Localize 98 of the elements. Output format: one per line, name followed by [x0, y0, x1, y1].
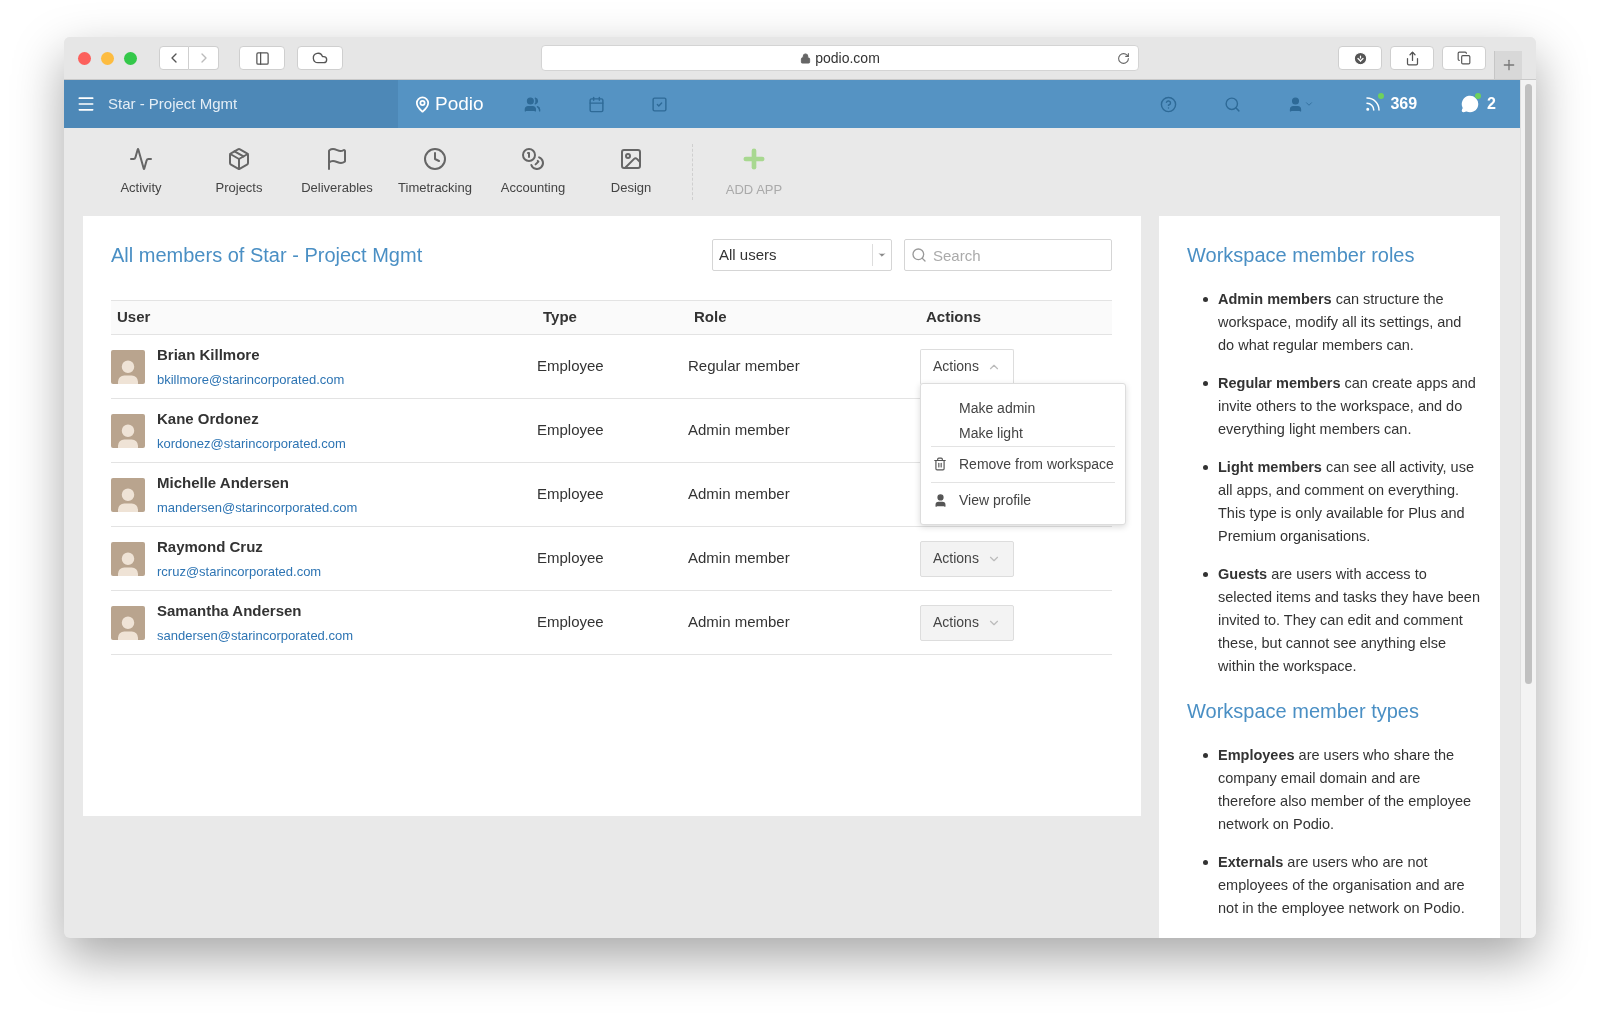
contacts-icon[interactable]	[523, 95, 541, 113]
actions-button[interactable]: Actions	[920, 348, 1014, 385]
forward-button[interactable]	[189, 46, 219, 70]
share-icon	[1404, 50, 1420, 66]
sidebar-button[interactable]	[239, 46, 285, 70]
menu-item[interactable]: Remove from workspace	[931, 453, 1115, 475]
member-name[interactable]: Kane Ordonez	[157, 407, 346, 430]
avatar-placeholder	[111, 413, 145, 448]
bullet-icon	[1203, 860, 1208, 865]
member-name[interactable]: Samantha Andersen	[157, 599, 353, 622]
help-paragraph: Externals are users who are not employees of the organisation and are not in the employee network on Podio.	[1218, 853, 1466, 918]
member-role: Admin member	[688, 612, 791, 633]
member-role: Regular member	[688, 356, 801, 377]
download-icon	[1352, 50, 1368, 66]
column-header: User	[117, 307, 152, 328]
avatar-placeholder	[111, 349, 145, 384]
member-name[interactable]: Michelle Andersen	[157, 471, 358, 494]
menu-item[interactable]: Make admin	[931, 397, 1115, 419]
member-type: Employee	[537, 420, 605, 441]
help-paragraph: Guests are users with access to selected items and tasks they have been invited to. They can edit and comment these, but cannot see anything else within the workspace.	[1218, 565, 1480, 676]
menu-item[interactable]: Make light	[931, 422, 1115, 444]
avatar-placeholder	[111, 605, 145, 640]
download-button[interactable]	[1338, 46, 1382, 70]
flag-icon	[325, 146, 349, 171]
bullet-icon	[1203, 297, 1208, 302]
new-tab-button[interactable]	[1494, 51, 1522, 79]
column-header: Type	[543, 307, 578, 328]
menu-icon[interactable]	[76, 94, 96, 114]
member-type: Employee	[537, 356, 605, 377]
app-tab[interactable]: Accounting	[484, 146, 582, 198]
user-filter-select[interactable]: All users	[712, 239, 892, 271]
pulse-icon	[129, 146, 153, 171]
dropdown-caret-icon	[877, 250, 887, 260]
column-header: Role	[694, 307, 728, 328]
avatar-placeholder	[111, 477, 145, 512]
bullet-icon	[1203, 753, 1208, 758]
help-heading: Workspace member types	[1187, 699, 1420, 724]
member-role: Admin member	[688, 420, 791, 441]
chat-icon	[1461, 95, 1480, 113]
address-field[interactable]: podio.com	[541, 45, 1139, 71]
cloud-button[interactable]	[297, 46, 343, 70]
app-tab[interactable]: Deliverables	[288, 146, 386, 198]
pin-icon	[414, 95, 431, 113]
feed-icon	[1364, 95, 1383, 113]
image-icon	[619, 146, 643, 171]
member-role: Admin member	[688, 548, 791, 569]
tabs-button[interactable]	[1442, 46, 1486, 70]
member-email[interactable]: bkillmore@starincorporated.com	[157, 370, 345, 390]
member-email[interactable]: kordonez@starincorporated.com	[157, 434, 346, 454]
actions-button[interactable]: Actions	[920, 604, 1014, 641]
box-icon	[227, 146, 251, 171]
bullet-icon	[1203, 465, 1208, 470]
reload-icon[interactable]	[1117, 51, 1130, 65]
sidebar-icon	[254, 50, 270, 66]
member-type: Employee	[537, 484, 605, 505]
member-email[interactable]: sandersen@starincorporated.com	[157, 626, 353, 646]
help-icon[interactable]	[1160, 95, 1178, 113]
help-paragraph: Admin members can structure the workspace, modify all its settings, and do what regular members can.	[1218, 290, 1463, 355]
user-icon	[932, 492, 948, 508]
search-icon	[911, 247, 927, 263]
back-button[interactable]	[159, 46, 189, 70]
bullet-icon	[1203, 572, 1208, 577]
member-email[interactable]: mandersen@starincorporated.com	[157, 498, 358, 518]
bullet-icon	[1203, 381, 1208, 386]
search-field[interactable]: Search	[904, 239, 1112, 271]
trash-icon	[933, 457, 947, 471]
app-tab[interactable]: Projects	[190, 146, 288, 198]
minimize-icon[interactable]	[101, 51, 114, 65]
avatar-placeholder	[111, 541, 145, 576]
share-button[interactable]	[1390, 46, 1434, 70]
app-tab[interactable]: Design	[582, 146, 680, 198]
user-menu-icon[interactable]	[1287, 95, 1315, 113]
cloud-icon	[312, 50, 328, 66]
tasks-icon[interactable]	[650, 95, 668, 113]
help-heading: Workspace member roles	[1187, 243, 1416, 268]
app-tab[interactable]: Activity	[92, 146, 190, 198]
column-header: Actions	[926, 307, 982, 328]
app-tab[interactable]: Timetracking	[386, 146, 484, 198]
member-name[interactable]: Brian Killmore	[157, 343, 345, 366]
member-type: Employee	[537, 612, 605, 633]
member-role: Admin member	[688, 484, 791, 505]
coins-icon	[521, 146, 545, 171]
help-paragraph: Light members can see all activity, use all apps, and comment on everything. This type is only available for Plus and Premium organisations.	[1218, 458, 1475, 546]
member-type: Employee	[537, 548, 605, 569]
menu-item[interactable]: View profile	[931, 489, 1115, 511]
tabs-icon	[1457, 51, 1471, 65]
calendar-icon[interactable]	[587, 95, 605, 113]
clock-icon	[423, 146, 447, 171]
member-email[interactable]: rcruz@starincorporated.com	[157, 562, 322, 582]
search-icon[interactable]	[1224, 95, 1242, 113]
help-paragraph: Regular members can create apps and invite others to the workspace, and do everything light members can.	[1218, 374, 1477, 439]
actions-button[interactable]: Actions	[920, 540, 1014, 577]
lock-icon	[800, 52, 812, 64]
member-name[interactable]: Raymond Cruz	[157, 535, 322, 558]
help-paragraph: Employees are users who share the company email domain and are therefore also member of the employee network on Podio.	[1218, 746, 1473, 834]
maximize-icon[interactable]	[124, 51, 137, 65]
page-title: All members of Star - Project Mgmt	[111, 243, 423, 268]
close-icon[interactable]	[78, 51, 91, 65]
